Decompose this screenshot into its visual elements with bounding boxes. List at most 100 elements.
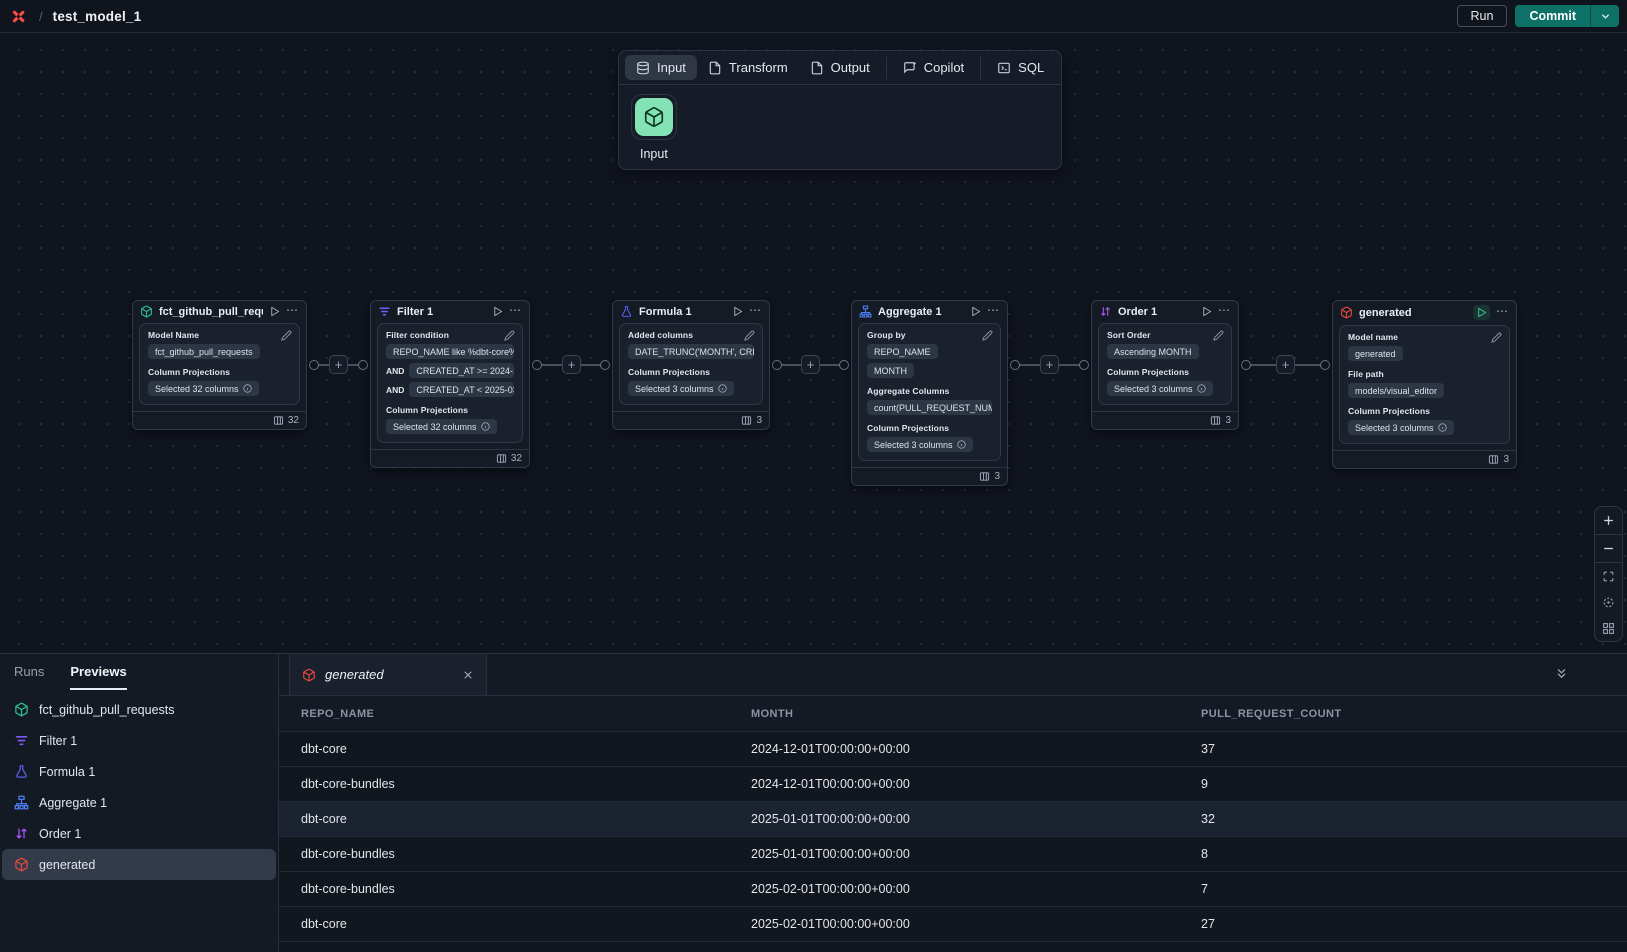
preview-tab-generated[interactable]: generated — [289, 654, 487, 695]
info-icon — [1438, 423, 1447, 432]
table-row[interactable]: dbt-core-bundles 2025-02-01T00:00:00+00:… — [279, 872, 1627, 907]
node-body: Sort Order Ascending MONTH Column Projec… — [1098, 323, 1232, 405]
tab-previews[interactable]: Previews — [70, 654, 126, 690]
edit-pencil-icon[interactable] — [744, 330, 755, 341]
zoom-out-button[interactable] — [1595, 535, 1622, 562]
add-node-button[interactable]: + — [562, 355, 581, 374]
sidebar-item-fct-github-pull-requests[interactable]: fct_github_pull_requests — [2, 694, 276, 725]
add-node-button[interactable]: + — [1040, 355, 1059, 374]
output-port[interactable] — [532, 360, 542, 370]
tab-output[interactable]: Output — [799, 55, 881, 80]
node-fct-github-pull-requests[interactable]: fct_github_pull_requests ⋯ Model Name fc… — [132, 300, 307, 430]
edit-pencil-icon[interactable] — [1213, 330, 1224, 341]
section-label: Column Projections — [867, 423, 992, 433]
layout-grid-button[interactable] — [1595, 615, 1622, 641]
input-node-button[interactable] — [631, 94, 677, 140]
sidebar-item-label: generated — [39, 858, 95, 872]
filter-condition-pill: CREATED_AT >= 2024-12-01 — [409, 363, 514, 378]
node-order-1[interactable]: Order 1 ⋯ Sort Order Ascending MONTH Col… — [1091, 300, 1239, 430]
play-icon[interactable] — [970, 306, 981, 317]
palette-input-node[interactable]: Input — [631, 94, 683, 161]
sidebar-item-generated[interactable]: generated — [2, 849, 276, 880]
file-icon — [810, 61, 824, 75]
dbt-logo-icon[interactable] — [10, 8, 27, 25]
preview-tab-label: generated — [325, 667, 453, 682]
node-menu-icon[interactable]: ⋯ — [286, 306, 299, 318]
edit-pencil-icon[interactable] — [982, 330, 993, 341]
bottom-sidebar: Runs Previews fct_github_pull_requests F… — [0, 654, 279, 952]
node-menu-icon[interactable]: ⋯ — [987, 306, 1000, 318]
edit-pencil-icon[interactable] — [504, 330, 515, 341]
edit-pencil-icon[interactable] — [281, 330, 292, 341]
cell-pull-request-count: 32 — [1201, 812, 1627, 826]
table-row[interactable]: dbt-core-bundles 2025-01-01T00:00:00+00:… — [279, 837, 1627, 872]
output-port[interactable] — [1010, 360, 1020, 370]
node-menu-icon[interactable]: ⋯ — [749, 306, 762, 318]
tab-runs[interactable]: Runs — [14, 654, 44, 690]
input-port[interactable] — [839, 360, 849, 370]
output-port[interactable] — [309, 360, 319, 370]
output-port[interactable] — [1241, 360, 1251, 370]
cell-repo-name: dbt-core-bundles — [301, 847, 751, 861]
node-toolbox: Input Transform Output Copilot — [618, 50, 1062, 170]
cell-repo-name: dbt-core — [301, 742, 751, 756]
play-icon[interactable] — [1201, 306, 1212, 317]
column-header-pull-request-count: PULL_REQUEST_COUNT — [1201, 708, 1627, 720]
zoom-in-button[interactable] — [1595, 507, 1622, 534]
table-row[interactable]: dbt-core 2024-12-01T00:00:00+00:00 37 — [279, 732, 1627, 767]
filter-condition-pill: REPO_NAME like %dbt-core% — [386, 344, 514, 359]
run-button[interactable]: Run — [1457, 5, 1508, 27]
node-generated[interactable]: generated ⋯ Model name generated File pa… — [1332, 300, 1517, 469]
and-prefix: AND — [386, 366, 404, 376]
table-columns-icon — [273, 415, 284, 426]
input-port[interactable] — [1079, 360, 1089, 370]
node-filter-1[interactable]: Filter 1 ⋯ Filter condition REPO_NAME li… — [370, 300, 530, 468]
bottom-tabs: Runs Previews — [0, 654, 278, 690]
cell-pull-request-count: 8 — [1201, 847, 1627, 861]
collapse-panel-button[interactable] — [1554, 666, 1569, 681]
chevron-down-icon — [1600, 11, 1611, 22]
sidebar-item-aggregate-1[interactable]: Aggregate 1 — [2, 787, 276, 818]
tab-sql[interactable]: SQL — [986, 55, 1055, 80]
minus-icon — [1602, 542, 1615, 555]
sidebar-item-filter-1[interactable]: Filter 1 — [2, 725, 276, 756]
table-row[interactable]: dbt-core 2025-01-01T00:00:00+00:00 32 — [279, 802, 1627, 837]
table-row[interactable]: dbt-core-bundles 2024-12-01T00:00:00+00:… — [279, 767, 1627, 802]
node-header: fct_github_pull_requests ⋯ — [133, 301, 306, 322]
output-port[interactable] — [772, 360, 782, 370]
node-menu-icon[interactable]: ⋯ — [1218, 306, 1231, 318]
sql-console-icon — [997, 61, 1011, 75]
locate-button[interactable] — [1595, 589, 1622, 615]
node-formula-1[interactable]: Formula 1 ⋯ Added columns DATE_TRUNC('MO… — [612, 300, 770, 430]
play-icon[interactable] — [1473, 305, 1490, 320]
add-node-button[interactable]: + — [1276, 355, 1295, 374]
play-icon[interactable] — [732, 306, 743, 317]
section-label: Column Projections — [628, 367, 754, 377]
fit-view-button[interactable] — [1595, 563, 1622, 589]
commit-button[interactable]: Commit — [1515, 5, 1590, 27]
table-row[interactable]: dbt-core 2025-02-01T00:00:00+00:00 27 — [279, 907, 1627, 942]
sidebar-item-formula-1[interactable]: Formula 1 — [2, 756, 276, 787]
tab-input[interactable]: Input — [625, 55, 697, 80]
edit-pencil-icon[interactable] — [1491, 332, 1502, 343]
add-node-button[interactable]: + — [801, 355, 820, 374]
node-menu-icon[interactable]: ⋯ — [1496, 307, 1509, 319]
input-port[interactable] — [1320, 360, 1330, 370]
tab-copilot[interactable]: Copilot — [892, 55, 975, 80]
info-icon — [481, 422, 490, 431]
node-aggregate-1[interactable]: Aggregate 1 ⋯ Group by REPO_NAME MONTH A… — [851, 300, 1008, 486]
copilot-chat-icon — [903, 61, 917, 75]
node-menu-icon[interactable]: ⋯ — [509, 306, 522, 318]
add-node-button[interactable]: + — [329, 355, 348, 374]
close-icon[interactable] — [462, 669, 474, 681]
input-port[interactable] — [600, 360, 610, 370]
sidebar-item-order-1[interactable]: Order 1 — [2, 818, 276, 849]
breadcrumb-separator: / — [39, 9, 43, 24]
tab-copilot-label: Copilot — [924, 60, 964, 75]
input-port[interactable] — [358, 360, 368, 370]
play-icon[interactable] — [492, 306, 503, 317]
tab-transform[interactable]: Transform — [697, 55, 799, 80]
play-icon[interactable] — [269, 306, 280, 317]
column-projections-pill: Selected 3 columns — [1107, 381, 1213, 396]
commit-dropdown-button[interactable] — [1590, 5, 1619, 27]
